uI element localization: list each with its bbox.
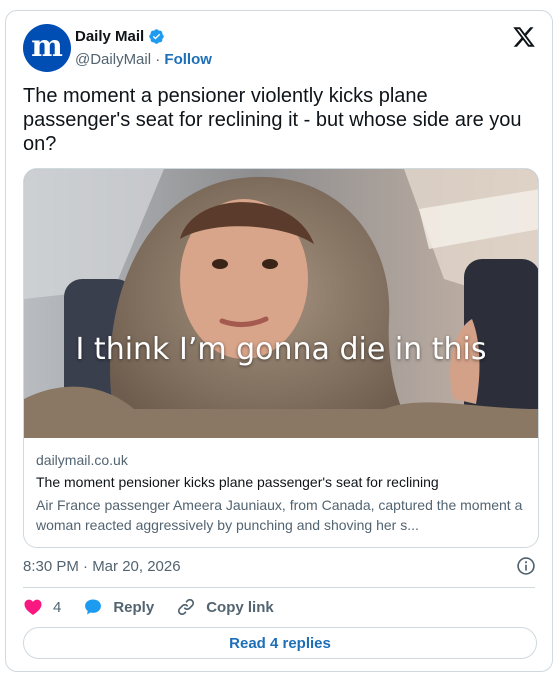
tweet-timestamp[interactable]: 8:30 PM · Mar 20, 2026: [23, 558, 181, 575]
verified-badge-icon: [149, 29, 164, 44]
link-preview-card[interactable]: I think I’m gonna die in this dailymail.…: [23, 168, 539, 548]
image-caption: I think I’m gonna die in this: [75, 332, 487, 367]
link-description: Air France passenger Ameera Jauniaux, fr…: [36, 497, 523, 533]
link-domain: dailymail.co.uk: [36, 452, 128, 468]
follow-button[interactable]: Follow: [164, 51, 212, 68]
info-icon[interactable]: [516, 556, 536, 576]
reply-label: Reply: [113, 598, 155, 616]
author-name[interactable]: Daily Mail: [75, 28, 144, 45]
link-icon: [178, 598, 195, 616]
copy-link-button[interactable]: Copy link: [176, 597, 274, 617]
link-preview-meta: dailymail.co.uk The moment pensioner kic…: [24, 438, 538, 535]
embedded-tweet-card: m Daily Mail @DailyMail · Follow The mom…: [5, 10, 553, 672]
avatar[interactable]: m: [23, 24, 71, 72]
divider: [23, 587, 535, 588]
action-bar: 4 Reply Copy link: [23, 597, 296, 617]
reply-button[interactable]: Reply: [83, 597, 154, 617]
copy-link-label: Copy link: [206, 598, 274, 616]
link-preview-image: I think I’m gonna die in this: [24, 169, 538, 438]
like-count: 4: [53, 598, 62, 616]
read-replies-button[interactable]: Read 4 replies: [23, 627, 537, 659]
like-button[interactable]: 4: [23, 597, 61, 617]
author-handle-row: @DailyMail · Follow: [75, 51, 212, 68]
tweet-text: The moment a pensioner violently kicks p…: [23, 85, 522, 155]
handle-separator: ·: [155, 51, 161, 68]
preview-photo-illustration: [24, 169, 538, 438]
x-logo-icon[interactable]: [512, 25, 536, 49]
author-handle[interactable]: @DailyMail: [75, 51, 151, 68]
author-name-row: Daily Mail: [75, 28, 165, 45]
speech-bubble-icon: [85, 599, 102, 615]
avatar-letter: m: [31, 28, 63, 64]
link-title: The moment pensioner kicks plane passeng…: [36, 474, 439, 490]
heart-icon: [24, 599, 42, 615]
